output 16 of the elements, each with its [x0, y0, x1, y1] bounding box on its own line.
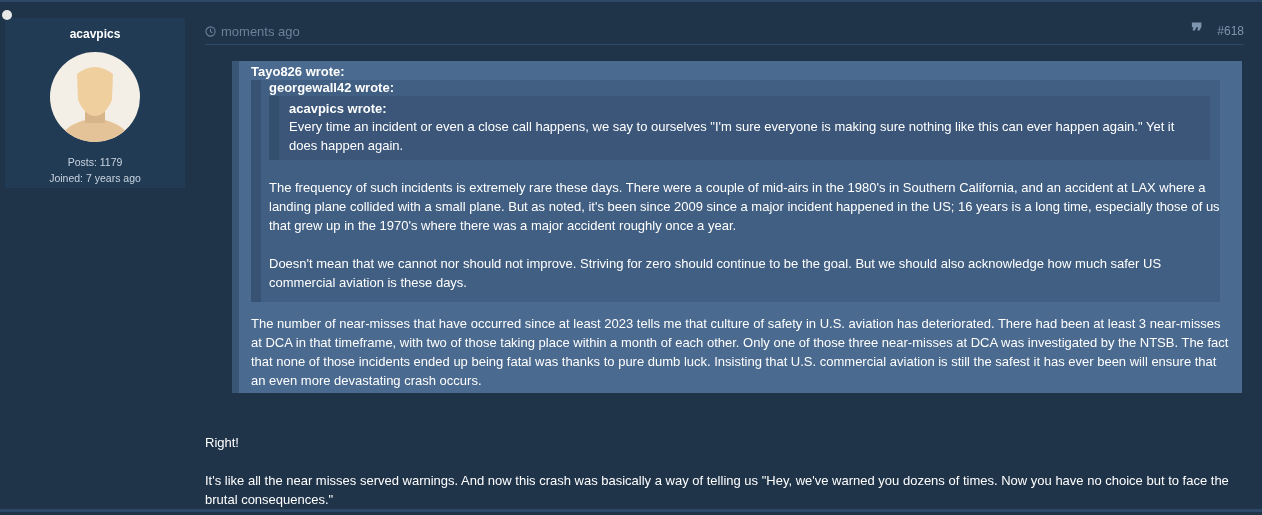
quote-text: Doesn't mean that we cannot nor should not improve. Striving for zero should continue to be the goal. But we should also acknowledge how much safer US commercial aviation is these days.: [269, 255, 1163, 292]
quote-text: Every time an incident or even a close call happens, we say to ourselves "I'm sure everyone is making sure nothing like this can ever happen again." Yet it does happen again.: [289, 118, 1176, 155]
quote-author: georgewall42 wrote:: [269, 80, 395, 96]
quote-text: The number of near-misses that have occurred since at least 2023 tells me that culture of safety in U.S. aviation has deteriorated. There had been at least 3 near-misses at DCA in that timeframe, with two of those taking place within a month of each other. Only one of those three near-misses at DCA was investigated by the NTSB. The fact that none of those incidents ended up being fatal was thanks to pure dumb luck. Insisting that U.S. commercial aviation is still the safest it has ever been will ensure that an even more devastating crash occurs.: [251, 315, 1230, 390]
username: acavpics: [69, 27, 121, 41]
post-number[interactable]: #618: [1217, 24, 1244, 38]
post-text: It's like all the near misses served warnings. And now this crash was basically a way of telling us "Hey, we've warned you dozens of times. Now you have no choice but to face the brutal consequences.": [205, 472, 1230, 509]
quote-button[interactable]: ❞: [1191, 20, 1204, 42]
quote-author: Tayo826 wrote:: [251, 64, 346, 80]
quote-author: acavpics wrote:: [289, 101, 388, 117]
post-count: Posts: 1179: [67, 155, 123, 170]
post-time: moments ago: [221, 23, 301, 39]
post-text: Right!: [205, 434, 240, 452]
quote-text: The frequency of such incidents is extremely rare these days. There were a couple of mid-airs in the 1980's in Southern California, and an accident at LAX where a landing plane collided with a small plane. But as noted, it's been since 2009 since a major incident happened in the US; 16 years is a long time, especially those of us that grew up in the 1970's where there was a major accident roughly once a year.: [269, 179, 1220, 235]
clock-icon: [205, 25, 216, 37]
join-date: Joined: 7 years ago: [49, 171, 141, 186]
